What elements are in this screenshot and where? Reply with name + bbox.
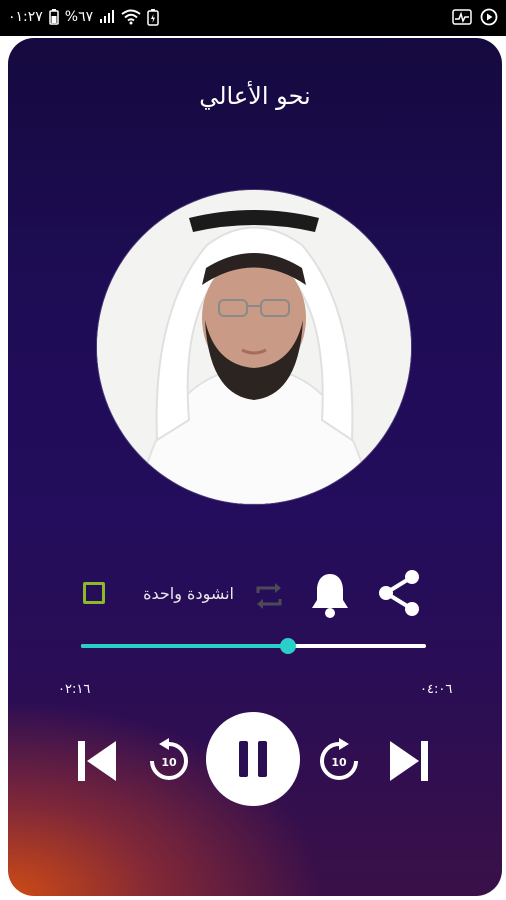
single-track-label: انشودة واحدة [143,584,234,603]
bell-icon [312,574,348,618]
options-row: انشودة واحدة [8,568,502,622]
total-duration: ٠٤:٠٦ [420,682,453,697]
transport-controls: 10 10 [8,710,502,810]
repeat-button[interactable] [249,576,289,616]
notification-button[interactable] [307,570,353,620]
single-track-checkbox[interactable] [83,582,105,604]
seek-thumb[interactable] [280,638,296,654]
skip-next-icon [390,741,428,781]
clock: ٠١:٢٧ [8,9,43,25]
elapsed-time: ٠٢:١٦ [58,682,91,697]
status-bar-right [452,8,498,26]
next-button[interactable] [382,734,436,788]
repeat-icon [256,583,282,609]
seek-progress [81,644,288,648]
forward-10-button[interactable]: 10 [314,736,364,786]
wifi-icon [121,9,141,25]
activity-icon [452,9,472,25]
battery-icon [49,9,59,25]
play-circle-icon [480,8,498,26]
seek-bar[interactable] [81,638,426,654]
previous-button[interactable] [70,734,124,788]
pause-button[interactable] [206,712,300,806]
forward-seconds: 10 [331,756,347,769]
signal-icon [99,10,115,24]
track-title: نحو الأعالي [199,82,311,110]
share-button[interactable] [375,568,423,618]
rewind-seconds: 10 [161,756,177,769]
rewind-10-button[interactable]: 10 [144,736,194,786]
skip-previous-icon [78,741,116,781]
status-bar-left: ٠١:٢٧ %٦٧ [8,8,159,26]
share-icon [379,570,419,616]
battery-saver-icon [147,8,159,26]
pause-icon [239,741,267,777]
artist-avatar [97,190,411,504]
replay-10-icon: 10 [150,738,188,780]
status-bar: ٠١:٢٧ %٦٧ [0,0,506,36]
battery-percent: %٦٧ [64,9,94,25]
player-screen: نحو الأعالي انشودة واحدة ٠٢:١٦ ٠٤:٠٦ 10 … [8,38,502,896]
forward-10-icon: 10 [320,738,358,780]
